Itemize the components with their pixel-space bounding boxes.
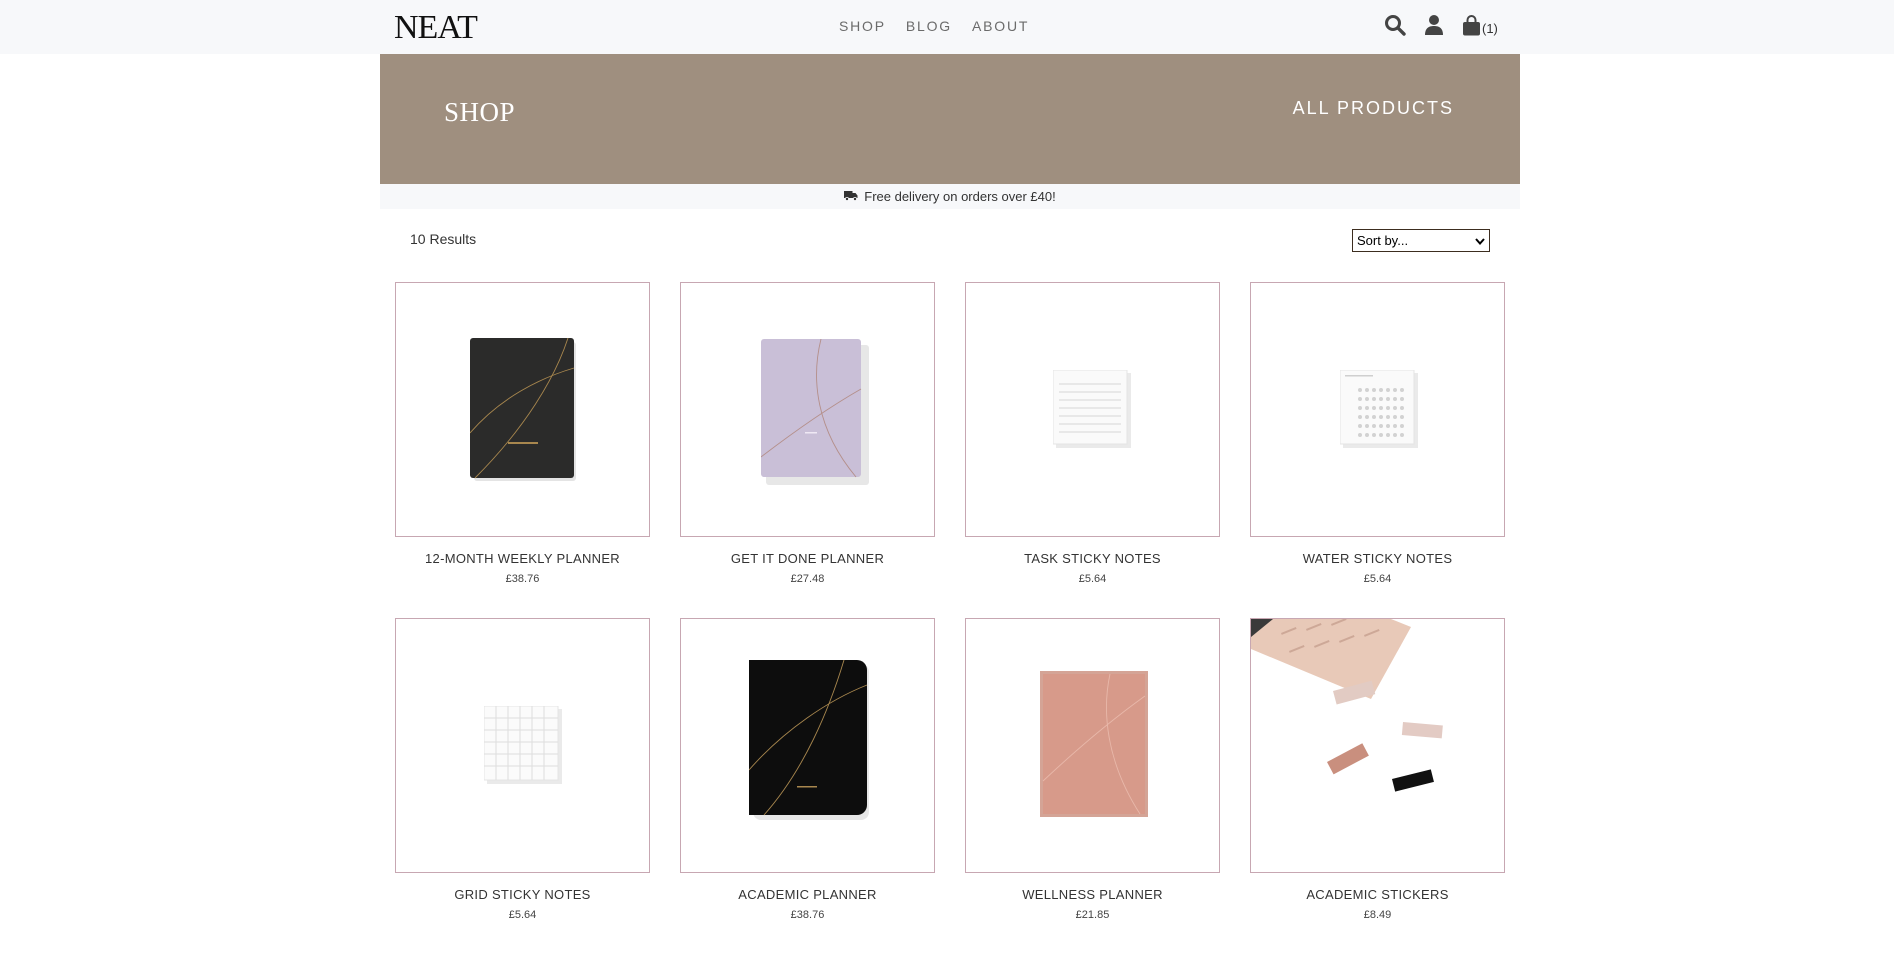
- product-price: £38.76: [505, 573, 540, 585]
- product-image[interactable]: [680, 282, 935, 537]
- truck-icon: [844, 189, 858, 204]
- sort-select[interactable]: Sort by...: [1352, 229, 1490, 252]
- user-icon[interactable]: [1424, 14, 1444, 36]
- product-name[interactable]: ACADEMIC STICKERS: [1250, 887, 1505, 902]
- product-price: £5.64: [508, 909, 537, 921]
- product-name[interactable]: WELLNESS PLANNER: [965, 887, 1220, 902]
- product-name[interactable]: GRID STICKY NOTES: [395, 887, 650, 902]
- product-image[interactable]: [395, 282, 650, 537]
- nav-shop[interactable]: SHOP: [839, 18, 886, 34]
- nav-blog[interactable]: BLOG: [906, 18, 952, 34]
- product-name[interactable]: GET IT DONE PLANNER: [680, 551, 935, 566]
- product-image[interactable]: [965, 618, 1220, 873]
- product-price: £38.76: [790, 909, 825, 921]
- search-icon[interactable]: [1384, 14, 1406, 36]
- chevron-down-icon: [1475, 233, 1485, 248]
- product-price: £5.64: [1078, 573, 1107, 585]
- product-image[interactable]: [965, 282, 1220, 537]
- product-price: £8.49: [1363, 909, 1392, 921]
- product-price: £21.85: [1075, 909, 1110, 921]
- nav-about[interactable]: ABOUT: [972, 18, 1029, 34]
- results-count: 10 Results: [410, 231, 477, 247]
- product-card[interactable]: GET IT DONE PLANNER £27.48: [680, 282, 935, 618]
- product-card[interactable]: ACADEMIC STICKERS £8.49: [1250, 618, 1505, 954]
- header-icons: (1): [1384, 14, 1498, 36]
- product-card[interactable]: GRID STICKY NOTES £5.64: [395, 618, 650, 954]
- promo-text: Free delivery on orders over £40!: [864, 189, 1056, 204]
- product-image[interactable]: [680, 618, 935, 873]
- product-card[interactable]: 12-MONTH WEEKLY PLANNER £38.76: [395, 282, 650, 618]
- product-image[interactable]: [1250, 282, 1505, 537]
- product-name[interactable]: WATER STICKY NOTES: [1250, 551, 1505, 566]
- cart-button[interactable]: (1): [1462, 14, 1498, 36]
- product-image[interactable]: [1250, 618, 1505, 873]
- cart-count: (1): [1482, 20, 1498, 36]
- product-price: £5.64: [1363, 573, 1392, 585]
- product-image[interactable]: [395, 618, 650, 873]
- main-nav: SHOP BLOG ABOUT: [839, 18, 1029, 34]
- product-grid: 12-MONTH WEEKLY PLANNER £38.76 GET IT DO…: [395, 282, 1505, 954]
- shopping-bag-icon: [1462, 14, 1481, 36]
- product-card[interactable]: TASK STICKY NOTES £5.64: [965, 282, 1220, 618]
- promo-banner: Free delivery on orders over £40!: [380, 184, 1520, 209]
- product-name[interactable]: 12-MONTH WEEKLY PLANNER: [395, 551, 650, 566]
- page-title: SHOP: [444, 97, 516, 127]
- shop-hero-banner: SHOP ALL PRODUCTS: [380, 54, 1520, 184]
- product-name[interactable]: TASK STICKY NOTES: [965, 551, 1220, 566]
- product-name[interactable]: ACADEMIC PLANNER: [680, 887, 935, 902]
- logo[interactable]: NEAT: [394, 9, 478, 47]
- top-navbar: NEAT SHOP BLOG ABOUT (1): [0, 0, 1894, 54]
- sort-selected-value: Sort by...: [1357, 233, 1409, 248]
- product-card[interactable]: WATER STICKY NOTES £5.64: [1250, 282, 1505, 618]
- category-filter-all-products[interactable]: ALL PRODUCTS: [1293, 98, 1454, 119]
- product-card[interactable]: WELLNESS PLANNER £21.85: [965, 618, 1220, 954]
- product-price: £27.48: [790, 573, 825, 585]
- product-card[interactable]: ACADEMIC PLANNER £38.76: [680, 618, 935, 954]
